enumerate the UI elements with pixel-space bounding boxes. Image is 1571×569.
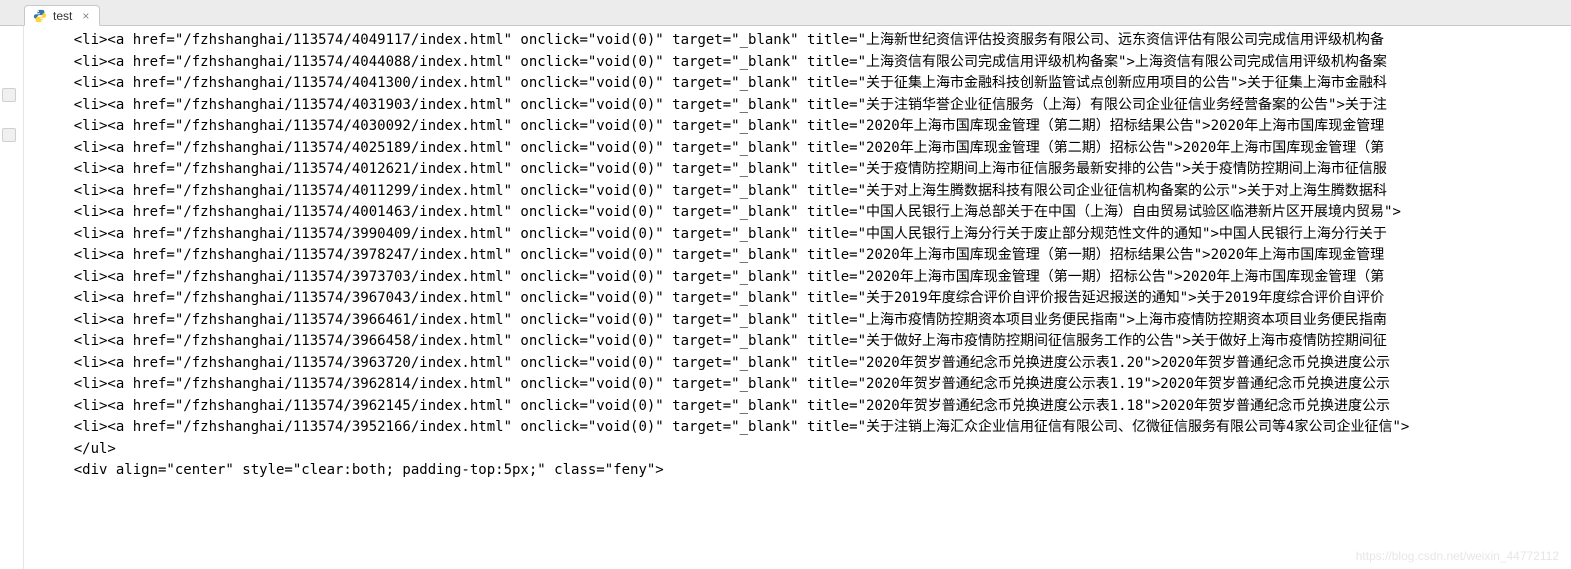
code-line: <li><a href="/fzhshanghai/113574/4041300… [40, 73, 1571, 95]
python-file-icon [33, 9, 47, 23]
code-line: </ul> [40, 439, 1571, 461]
code-line: <li><a href="/fzhshanghai/113574/4025189… [40, 138, 1571, 160]
tab-filename: test [53, 9, 72, 23]
code-line: <li><a href="/fzhshanghai/113574/4044088… [40, 52, 1571, 74]
code-line: <li><a href="/fzhshanghai/113574/3990409… [40, 224, 1571, 246]
code-line: <li><a href="/fzhshanghai/113574/4049117… [40, 30, 1571, 52]
code-line: <li><a href="/fzhshanghai/113574/3962145… [40, 396, 1571, 418]
code-line: <li><a href="/fzhshanghai/113574/3967043… [40, 288, 1571, 310]
file-tab-test[interactable]: test × [24, 5, 100, 26]
code-editor-viewport[interactable]: <li><a href="/fzhshanghai/113574/4049117… [0, 26, 1571, 569]
code-line: <li><a href="/fzhshanghai/113574/3978247… [40, 245, 1571, 267]
code-line: <li><a href="/fzhshanghai/113574/3973703… [40, 267, 1571, 289]
code-line: <li><a href="/fzhshanghai/113574/3966458… [40, 331, 1571, 353]
code-line: <li><a href="/fzhshanghai/113574/4001463… [40, 202, 1571, 224]
code-line: <li><a href="/fzhshanghai/113574/3963720… [40, 353, 1571, 375]
code-line: <li><a href="/fzhshanghai/113574/4030092… [40, 116, 1571, 138]
code-line: <li><a href="/fzhshanghai/113574/4011299… [40, 181, 1571, 203]
code-line: <li><a href="/fzhshanghai/113574/3952166… [40, 417, 1571, 439]
code-line: <li><a href="/fzhshanghai/113574/3966461… [40, 310, 1571, 332]
code-line: <div align="center" style="clear:both; p… [40, 460, 1571, 482]
editor-tab-bar: test × [0, 0, 1571, 26]
code-line: <li><a href="/fzhshanghai/113574/4012621… [40, 159, 1571, 181]
code-line: <li><a href="/fzhshanghai/113574/3962814… [40, 374, 1571, 396]
tab-close-icon[interactable]: × [82, 9, 89, 23]
code-line: <li><a href="/fzhshanghai/113574/4031903… [40, 95, 1571, 117]
